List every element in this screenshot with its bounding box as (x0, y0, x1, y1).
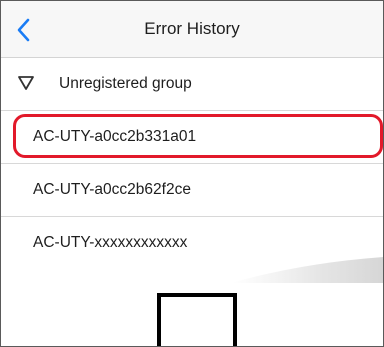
device-label: AC-UTY-a0cc2b62f2ce (33, 181, 191, 198)
device-label: AC-UTY-a0cc2b331a01 (33, 128, 197, 145)
page-title: Error History (144, 19, 240, 38)
triangle-down-icon (18, 76, 34, 90)
group-header[interactable]: Unregistered group (1, 58, 383, 111)
device-item-a0cc2b62f2ce[interactable]: AC-UTY-a0cc2b62f2ce (1, 164, 383, 217)
device-label: AC-UTY-xxxxxxxxxxxx (33, 234, 188, 251)
error-history-screen: Error History Unregistered group AC-UTY-… (0, 0, 384, 347)
navigation-bar: Error History (1, 1, 383, 58)
callout-box (157, 293, 237, 346)
group-label: Unregistered group (59, 75, 192, 92)
device-item-xxxxxxxxxxxx[interactable]: AC-UTY-xxxxxxxxxxxx (1, 217, 383, 269)
device-item-a0cc2b331a01[interactable]: AC-UTY-a0cc2b331a01 (1, 111, 383, 164)
